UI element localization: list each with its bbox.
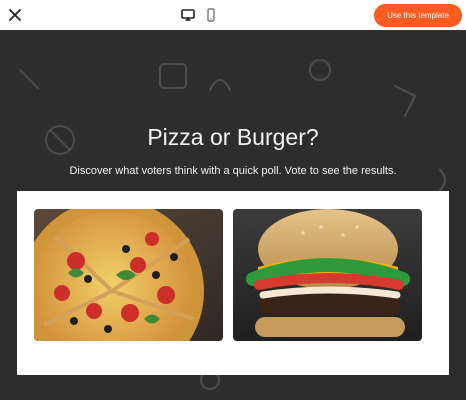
pizza-image (34, 209, 223, 341)
desktop-icon[interactable] (179, 6, 197, 24)
burger-image (233, 209, 422, 341)
burger-option[interactable] (233, 209, 422, 341)
poll-subtitle: Discover what voters think with a quick … (69, 165, 397, 177)
top-toolbar: Use this template (0, 0, 466, 30)
poll-card (17, 191, 449, 375)
pizza-option[interactable] (34, 209, 223, 341)
close-icon[interactable] (7, 7, 23, 23)
use-template-button[interactable]: Use this template (374, 4, 462, 27)
doodle-background: Pizza or Burger? Discover what voters th… (0, 30, 466, 400)
mobile-icon[interactable] (202, 6, 220, 24)
poll-title: Pizza or Burger? (147, 124, 319, 150)
